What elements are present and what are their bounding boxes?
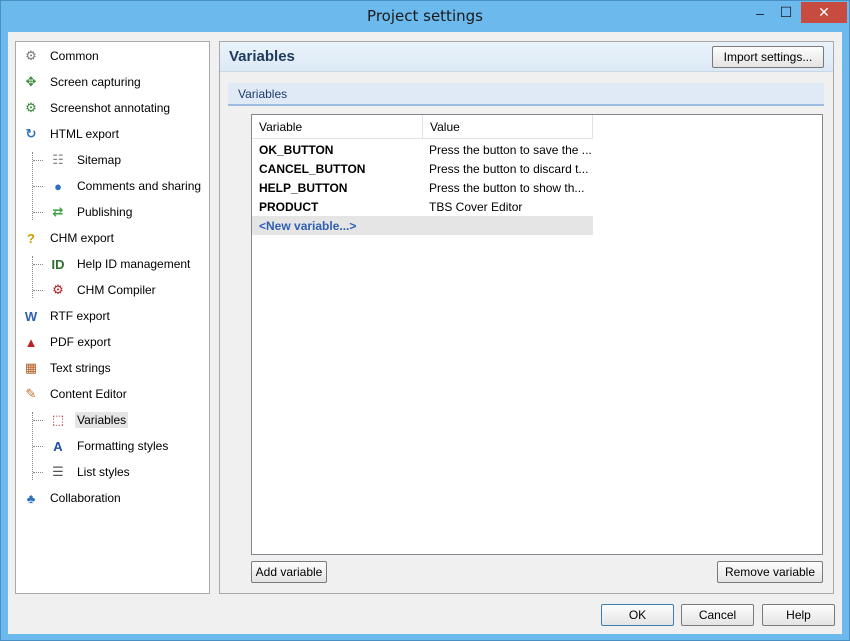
remove-variable-button[interactable]: Remove variable [717,561,823,583]
tree-item-collaboration[interactable]: ♣ Collaboration [20,486,123,510]
tree-line [33,420,43,421]
text-strings-icon: ▦ [24,360,38,375]
tree-line [33,446,43,447]
project-settings-window: Project settings – ☐ ✕ ⚙ Common ✥ Screen ca… [0,0,850,641]
variable-value: Press the button to discard t... [429,162,589,176]
add-variable-button[interactable]: Add variable [251,561,327,583]
variables-section-header: Variables [228,83,824,106]
column-header-value[interactable]: Value [423,115,593,139]
tree-item-screenshot-annotating[interactable]: ⚙ Screenshot annotating [20,96,172,120]
gear-icon: ⚙ [25,48,37,63]
chm-export-icon: ? [27,230,35,246]
tree-line [33,212,43,213]
section-label: Variables [238,87,288,101]
tree-item-label: Text strings [50,361,111,375]
tree-item-chm-export[interactable]: ? CHM export [20,226,116,250]
tree-item-label: CHM export [50,231,115,245]
tree-line [33,264,43,265]
rtf-export-icon: W [24,308,38,324]
variable-name: HELP_BUTTON [259,181,348,195]
tree-item-screen-capturing[interactable]: ✥ Screen capturing [20,70,143,94]
sitemap-icon: ☷ [52,152,64,167]
tree-item-rtf-export[interactable]: W RTF export [20,304,112,328]
tree-item-chm-compiler[interactable]: ⚙ CHM Compiler [33,278,158,302]
tree-line [32,256,33,298]
minimize-button[interactable]: – [747,2,773,23]
tree-item-text-strings[interactable]: ▦ Text strings [20,356,113,380]
tree-line [33,186,43,187]
new-variable-row[interactable]: <New variable...> [252,216,593,235]
table-row[interactable]: CANCEL_BUTTON Press the button to discar… [252,159,593,178]
list-styles-icon: ☰ [52,464,64,479]
tree-item-label: Screenshot annotating [50,101,171,115]
content-editor-icon: ✎ [25,386,37,401]
tree-item-variables[interactable]: ⬚ Variables [33,408,129,432]
tree-item-label: RTF export [50,309,110,323]
cancel-button[interactable]: Cancel [681,604,754,626]
html-export-icon: ↻ [25,126,37,141]
page-title: Variables [229,48,295,65]
tree-item-label: HTML export [50,127,119,141]
import-settings-button[interactable]: Import settings... [712,46,824,68]
tree-line [33,160,43,161]
variable-value: Press the button to save the ... [429,143,592,157]
comments-icon: ● [54,178,62,194]
table-row[interactable]: HELP_BUTTON Press the button to show th.… [252,178,593,197]
tree-item-label: Collaboration [50,491,121,505]
tree-item-formatting-styles[interactable]: A Formatting styles [33,434,170,458]
help-id-icon: ID [51,256,65,272]
screen-capture-icon: ✥ [25,74,37,89]
panel-header: Variables Import settings... [220,42,833,72]
tree-item-pdf-export[interactable]: ▲ PDF export [20,330,113,354]
publishing-icon: ⇄ [52,204,64,219]
tree-item-label: List styles [77,465,130,479]
column-header-variable[interactable]: Variable [252,115,423,139]
ok-button[interactable]: OK [601,604,674,626]
tree-item-common[interactable]: ⚙ Common [20,44,101,68]
tree-item-label: Screen capturing [50,75,141,89]
title-bar[interactable]: Project settings – ☐ ✕ [1,1,849,31]
settings-tree[interactable]: ⚙ Common ✥ Screen capturing ⚙ Screenshot anno… [15,41,210,594]
tree-item-label: Comments and sharing [77,179,202,193]
new-variable-label: <New variable...> [259,219,357,233]
tree-item-label: Variables [75,412,129,428]
window-title: Project settings [367,7,483,25]
dialog-body: ⚙ Common ✥ Screen capturing ⚙ Screenshot anno… [8,32,842,634]
tree-item-label: CHM Compiler [77,283,156,297]
maximize-button[interactable]: ☐ [773,2,799,23]
tree-item-html-export[interactable]: ↻ HTML export [20,122,121,146]
chm-compiler-icon: ⚙ [52,282,64,297]
variable-value: TBS Cover Editor [429,200,523,214]
close-button[interactable]: ✕ [801,2,847,23]
tree-item-label: Common [50,49,99,63]
table-row[interactable]: OK_BUTTON Press the button to save the .… [252,140,593,159]
tree-item-label: Sitemap [77,153,122,167]
variables-grid[interactable]: Variable Value OK_BUTTON Press the butto… [251,114,823,555]
tree-item-sitemap[interactable]: ☷ Sitemap [33,148,123,172]
tree-item-label: Publishing [77,205,133,219]
tree-line [33,290,43,291]
annotate-icon: ⚙ [25,100,37,115]
tree-item-label: PDF export [50,335,111,349]
variable-name: CANCEL_BUTTON [259,162,366,176]
tree-item-content-editor[interactable]: ✎ Content Editor [20,382,129,406]
variables-icon: ⬚ [51,412,65,427]
collaboration-icon: ♣ [26,490,36,506]
settings-panel: Variables Import settings... Variables V… [219,41,834,594]
tree-item-label: Content Editor [50,387,127,401]
formatting-styles-icon: A [53,438,63,454]
help-button[interactable]: Help [762,604,835,626]
variable-name: PRODUCT [259,200,319,214]
tree-item-label: Formatting styles [77,439,169,453]
pdf-export-icon: ▲ [24,334,38,350]
table-row[interactable]: PRODUCT TBS Cover Editor [252,197,593,216]
tree-item-help-id-management[interactable]: ID Help ID management [33,252,192,276]
tree-item-list-styles[interactable]: ☰ List styles [33,460,132,484]
variable-name: OK_BUTTON [259,143,334,157]
tree-line [33,472,43,473]
tree-item-publishing[interactable]: ⇄ Publishing [33,200,134,224]
tree-item-label: Help ID management [77,257,191,271]
variable-value: Press the button to show th... [429,181,585,195]
tree-item-comments-and-sharing[interactable]: ● Comments and sharing [33,174,203,198]
